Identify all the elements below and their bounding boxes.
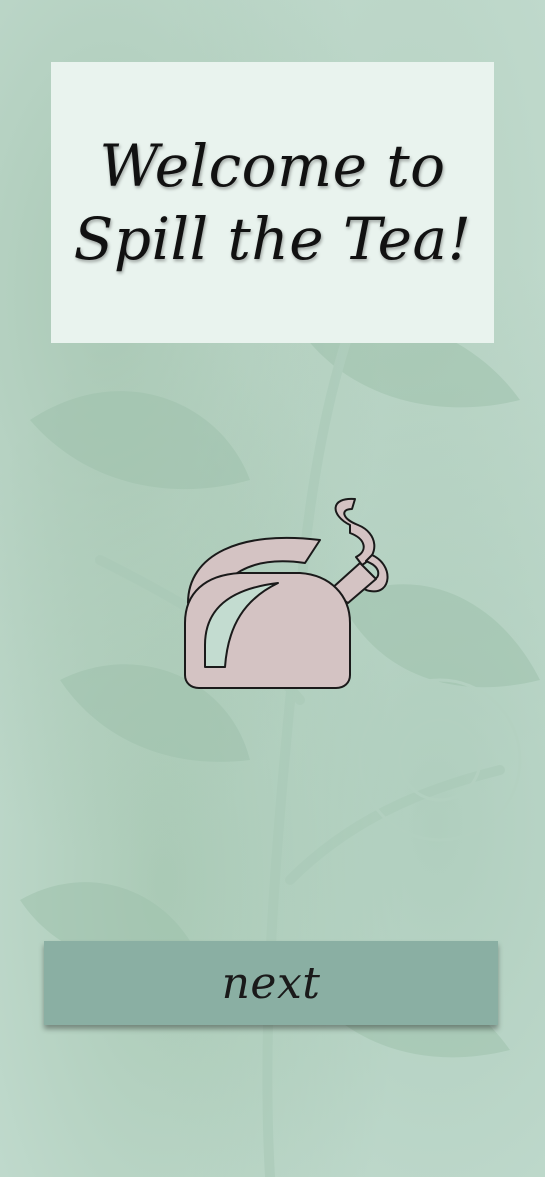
welcome-title-line-1: Welcome to xyxy=(99,132,446,200)
next-button[interactable]: next xyxy=(44,941,498,1025)
kettle-steam-icon xyxy=(180,495,395,695)
next-button-label: next xyxy=(221,957,321,1009)
welcome-title-line-2: Spill the Tea! xyxy=(73,204,472,273)
welcome-screen: Welcome to Spill the Tea! next xyxy=(0,0,545,1177)
welcome-title-card: Welcome to Spill the Tea! xyxy=(51,62,494,343)
